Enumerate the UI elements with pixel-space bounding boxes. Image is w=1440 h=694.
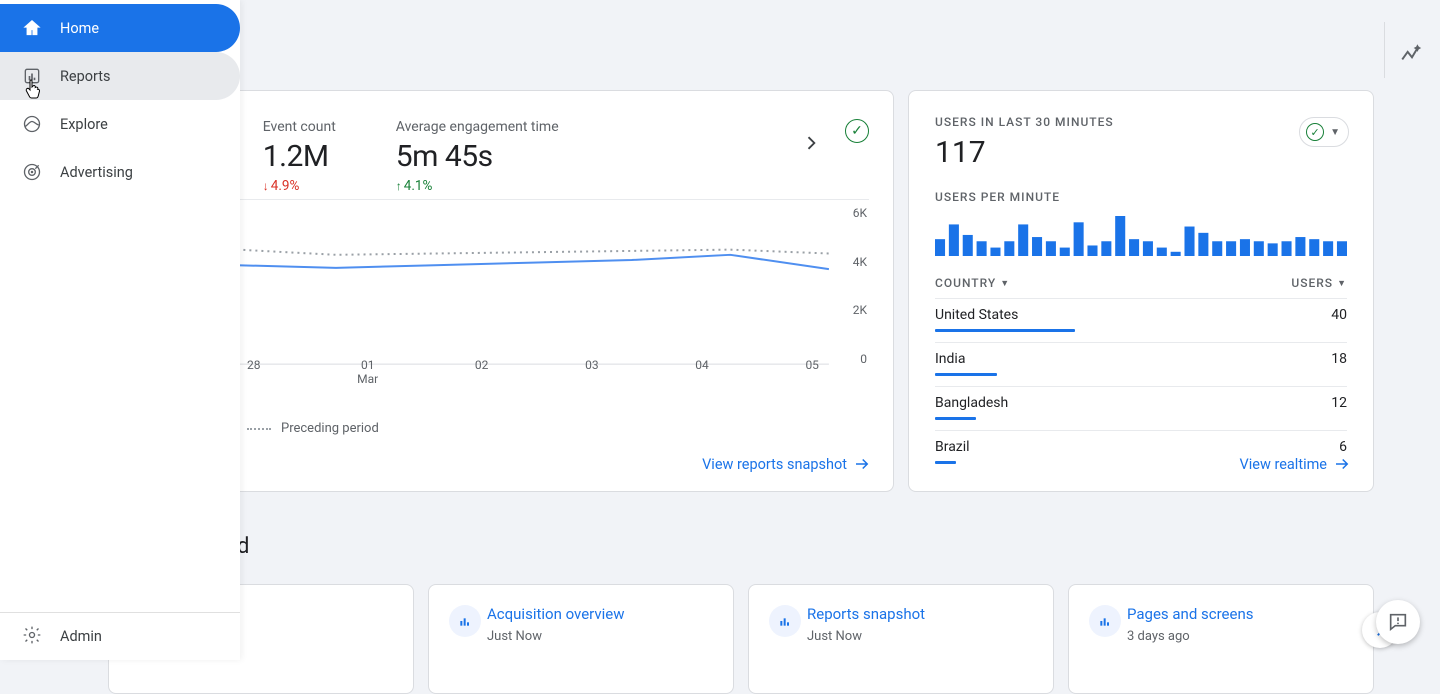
country-header[interactable]: COUNTRY▼ <box>935 276 1010 290</box>
legend-preceding: Preceding period <box>247 421 379 436</box>
bar-chart-icon <box>449 605 481 637</box>
realtime-row[interactable]: United States 40 <box>935 298 1347 342</box>
realtime-status-dropdown[interactable]: ✓ ▼ <box>1299 117 1349 147</box>
bar-chart-icon <box>769 605 801 637</box>
realtime-row[interactable]: India 18 <box>935 342 1347 386</box>
kpi-event-count[interactable]: Event count 1.2M 4.9% <box>263 119 336 194</box>
realtime-title: USERS IN LAST 30 MINUTES <box>935 115 1347 129</box>
x-axis-ticks: 2801Mar02030405 <box>247 358 819 386</box>
status-ok-badge[interactable]: ✓ <box>845 119 869 143</box>
country-name: United States <box>935 307 1018 323</box>
insights-icon <box>1399 41 1425 67</box>
recent-card[interactable]: Pages and screens 3 days ago <box>1068 584 1374 694</box>
users-per-minute-chart <box>935 212 1347 256</box>
sidebar-item-advertising[interactable]: Advertising <box>0 148 240 196</box>
chevron-right-icon <box>801 133 821 153</box>
recent-card[interactable]: Reports snapshot Just Now <box>748 584 1054 694</box>
recent-card[interactable]: Acquisition overview Just Now <box>428 584 734 694</box>
country-name: India <box>935 351 965 367</box>
insights-button[interactable] <box>1394 36 1430 72</box>
bar-chart-icon <box>22 66 42 86</box>
country-name: Brazil <box>935 439 970 455</box>
realtime-card: USERS IN LAST 30 MINUTES 117 ✓ ▼ USERS P… <box>908 90 1374 492</box>
users-header[interactable]: USERS▼ <box>1291 276 1347 290</box>
country-users: 6 <box>1339 439 1347 455</box>
bar-chart-icon <box>1089 605 1121 637</box>
feedback-icon <box>1387 611 1409 633</box>
country-users: 18 <box>1331 351 1347 367</box>
caret-down-icon: ▼ <box>1000 278 1010 289</box>
insights-rail <box>1384 0 1440 660</box>
feedback-button[interactable] <box>1376 600 1420 644</box>
sidebar: Home Reports Explore Advertising Admin <box>0 0 240 660</box>
realtime-subtitle: USERS PER MINUTE <box>935 190 1347 204</box>
kpi-next-button[interactable] <box>801 133 821 157</box>
caret-down-icon: ▼ <box>1337 278 1347 289</box>
sidebar-item-label: Admin <box>60 628 102 645</box>
view-realtime-link[interactable]: View realtime <box>1240 455 1352 473</box>
target-icon <box>22 162 42 182</box>
y-axis-ticks: 6K 4K 2K 0 <box>843 206 867 366</box>
arrow-right-icon <box>853 455 871 473</box>
sidebar-item-home[interactable]: Home <box>0 4 240 52</box>
sidebar-item-explore[interactable]: Explore <box>0 100 240 148</box>
sidebar-item-label: Explore <box>60 116 108 133</box>
sidebar-item-label: Advertising <box>60 164 133 181</box>
caret-down-icon: ▼ <box>1330 127 1340 138</box>
realtime-country-list: United States 40 India 18 Bangladesh 12 … <box>935 298 1347 474</box>
sidebar-item-label: Reports <box>60 68 111 85</box>
arrow-right-icon <box>1333 455 1351 473</box>
home-icon <box>22 18 42 38</box>
realtime-row[interactable]: Bangladesh 12 <box>935 386 1347 430</box>
country-users: 12 <box>1331 395 1347 411</box>
gear-icon <box>22 625 42 649</box>
sidebar-item-label: Home <box>60 20 99 37</box>
view-reports-snapshot-link[interactable]: View reports snapshot <box>702 455 871 473</box>
sidebar-item-admin[interactable]: Admin <box>0 612 240 660</box>
country-users: 40 <box>1331 307 1347 323</box>
sidebar-item-reports[interactable]: Reports <box>0 52 240 100</box>
realtime-value: 117 <box>935 135 1347 170</box>
check-icon: ✓ <box>1306 123 1324 141</box>
kpi-engagement-time[interactable]: Average engagement time 5m 45s 4.1% <box>396 119 559 194</box>
explore-icon <box>22 114 42 134</box>
country-name: Bangladesh <box>935 395 1008 411</box>
